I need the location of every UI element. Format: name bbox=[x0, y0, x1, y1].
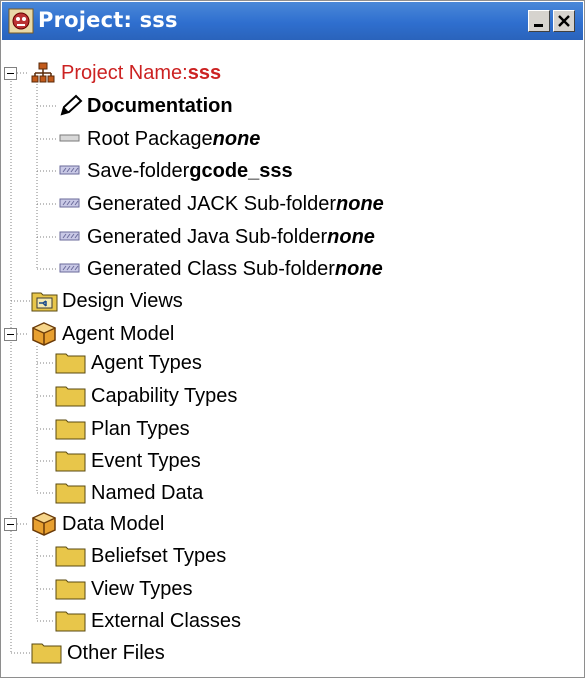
tree-node-agent-types[interactable]: Agent Types bbox=[91, 348, 202, 378]
folder-icon bbox=[55, 386, 86, 407]
node-value: none bbox=[336, 192, 384, 215]
project-tree: Project Name: sss Documentation Root Pac… bbox=[1, 41, 584, 677]
pencil-icon bbox=[60, 94, 83, 116]
minimize-icon bbox=[534, 24, 543, 27]
node-label: Data Model bbox=[62, 512, 165, 535]
tree-node-beliefset-types[interactable]: Beliefset Types bbox=[91, 541, 226, 571]
tree-node-named-data[interactable]: Named Data bbox=[91, 478, 203, 508]
folder-icon bbox=[31, 643, 62, 664]
collapse-project-toggle[interactable] bbox=[4, 67, 17, 80]
cube-icon bbox=[31, 512, 57, 536]
node-label: Generated Java Sub-folder bbox=[87, 225, 328, 248]
tree-node-root-package[interactable]: Root Package none bbox=[87, 124, 260, 154]
folder-icon bbox=[55, 353, 86, 374]
node-label: Root Package bbox=[87, 127, 213, 150]
node-label: Other Files bbox=[67, 641, 165, 664]
project-name-prefix: Project Name: bbox=[61, 61, 188, 84]
node-label: Agent Model bbox=[62, 322, 175, 345]
tree-node-project[interactable]: Project Name: sss bbox=[61, 58, 221, 88]
node-value: none bbox=[327, 225, 375, 248]
tree-node-save-folder[interactable]: Save-folder gcode_sss bbox=[87, 156, 293, 186]
folder-path-icon bbox=[59, 198, 80, 208]
tree-node-event-types[interactable]: Event Types bbox=[91, 446, 201, 476]
folder-icon bbox=[55, 546, 86, 567]
app-icon bbox=[8, 8, 34, 34]
cube-icon bbox=[31, 322, 57, 346]
node-label: Agent Types bbox=[91, 351, 202, 374]
window-title: Project: sss bbox=[38, 8, 178, 32]
tree-node-agent-model[interactable]: Agent Model bbox=[62, 319, 174, 349]
node-label: Save-folder bbox=[87, 159, 190, 182]
tree-node-view-types[interactable]: View Types bbox=[91, 574, 193, 604]
project-name: sss bbox=[187, 61, 222, 84]
tree-node-design-views[interactable]: Design Views bbox=[62, 286, 183, 316]
node-label: Design Views bbox=[62, 289, 183, 312]
tree-node-plan-types[interactable]: Plan Types bbox=[91, 414, 190, 444]
project-window: Project: sss Project Name: sss Documenta… bbox=[0, 0, 585, 678]
tree-node-other-files[interactable]: Other Files bbox=[67, 638, 165, 668]
tree-node-external-classes[interactable]: External Classes bbox=[91, 606, 241, 636]
node-value: none bbox=[212, 127, 261, 150]
project-hierarchy-icon bbox=[31, 62, 55, 83]
collapse-data-model-toggle[interactable] bbox=[4, 518, 17, 531]
folder-path-icon bbox=[59, 231, 80, 241]
node-label: External Classes bbox=[91, 609, 242, 632]
node-label: Beliefset Types bbox=[91, 544, 227, 567]
node-label: Generated Class Sub-folder bbox=[87, 257, 335, 280]
folder-icon bbox=[55, 579, 86, 600]
node-label: Plan Types bbox=[91, 417, 190, 440]
folder-path-icon bbox=[59, 263, 80, 273]
close-icon bbox=[558, 15, 570, 27]
folder-icon bbox=[55, 451, 86, 472]
design-views-folder-icon bbox=[31, 292, 58, 312]
tree-node-class-subfolder[interactable]: Generated Class Sub-folder none bbox=[87, 254, 383, 284]
node-label: Capability Types bbox=[91, 384, 238, 407]
tree-node-jack-subfolder[interactable]: Generated JACK Sub-folder none bbox=[87, 189, 384, 219]
close-button[interactable] bbox=[553, 10, 575, 32]
tree-node-documentation[interactable]: Documentation bbox=[87, 91, 233, 121]
tree-node-data-model[interactable]: Data Model bbox=[62, 509, 164, 539]
folder-path-icon bbox=[59, 165, 80, 175]
collapse-agent-model-toggle[interactable] bbox=[4, 328, 17, 341]
node-label: Event Types bbox=[91, 449, 201, 472]
node-value: none bbox=[334, 257, 383, 280]
minimize-button[interactable] bbox=[528, 10, 550, 32]
tree-node-capability-types[interactable]: Capability Types bbox=[91, 381, 237, 411]
folder-icon bbox=[55, 483, 86, 504]
folder-icon bbox=[55, 611, 86, 632]
folder-icon bbox=[55, 419, 86, 440]
node-label: Named Data bbox=[91, 481, 204, 504]
tree-node-java-subfolder[interactable]: Generated Java Sub-folder none bbox=[87, 222, 375, 252]
node-label: Generated JACK Sub-folder bbox=[87, 192, 337, 215]
node-label: Documentation bbox=[87, 94, 233, 117]
node-label: View Types bbox=[91, 577, 193, 600]
package-icon bbox=[59, 134, 80, 142]
node-value: gcode_sss bbox=[189, 159, 293, 182]
title-bar[interactable]: Project: sss bbox=[2, 2, 583, 40]
